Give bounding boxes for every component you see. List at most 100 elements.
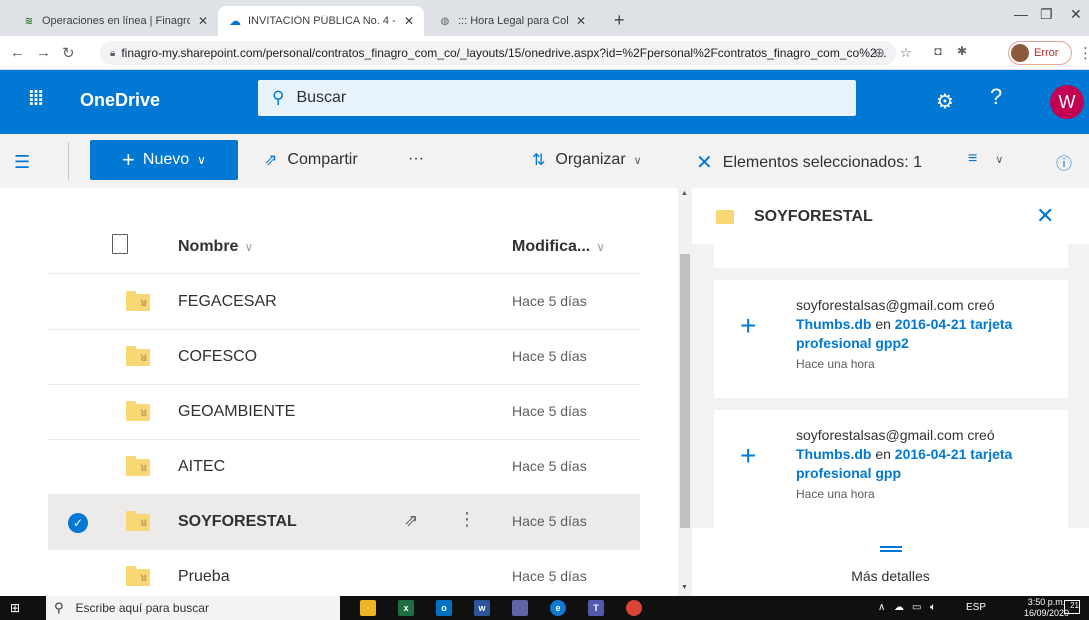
- browser-toolbar: ← → ↻ 🔒︎ finagro-my.sharepoint.com/perso…: [0, 36, 1089, 70]
- chrome-icon[interactable]: [626, 600, 642, 616]
- restore-icon[interactable]: ❐: [1040, 6, 1053, 23]
- close-tab-icon[interactable]: ✕: [404, 14, 414, 28]
- activity-card: + soyforestalsas@gmail.com creó Thumbs.d…: [714, 410, 1068, 528]
- divider: [68, 142, 69, 180]
- onedrive-cloud-icon: ☁: [229, 14, 241, 28]
- teams-icon[interactable]: T: [588, 600, 604, 616]
- plus-icon: +: [740, 310, 757, 341]
- share-button[interactable]: ⇗ Compartir: [264, 150, 358, 170]
- new-tab-icon[interactable]: +: [614, 10, 625, 31]
- windows-start-icon[interactable]: ⊞: [10, 601, 20, 615]
- table-row[interactable]: ꓤ Prueba Hace 5 días: [48, 550, 640, 596]
- search-input[interactable]: ⚲ Buscar: [258, 80, 856, 116]
- activity-text: soyforestalsas@gmail.com creó Thumbs.db …: [796, 296, 1056, 374]
- taskbar-search-input[interactable]: ⚲ Escribe aquí para buscar: [46, 596, 340, 620]
- onedrive-tray-icon[interactable]: ☁: [894, 602, 904, 613]
- chevron-down-icon: ∨: [633, 154, 642, 167]
- close-tab-icon[interactable]: ✕: [576, 14, 586, 28]
- file-modified: Hace 5 días: [512, 513, 587, 529]
- list-view-icon: ≡: [968, 150, 978, 167]
- view-options-button[interactable]: ≡ ∨: [968, 150, 1003, 168]
- close-tab-icon[interactable]: ✕: [198, 14, 208, 28]
- profile-button[interactable]: Error: [1008, 41, 1072, 65]
- help-icon[interactable]: ?: [990, 84, 1002, 110]
- file-link[interactable]: Thumbs.db: [796, 446, 871, 462]
- file-modified: Hace 5 días: [512, 458, 587, 474]
- activity-time: Hace una hora: [796, 357, 875, 371]
- scroll-down-icon[interactable]: ▼: [681, 584, 688, 591]
- volume-icon[interactable]: 🔈︎: [930, 602, 936, 613]
- tray-expand-icon[interactable]: ∧: [878, 602, 885, 613]
- browser-menu-icon[interactable]: ⋮: [1078, 44, 1089, 62]
- more-commands-button[interactable]: ···: [408, 150, 424, 168]
- hamburger-icon[interactable]: ☰: [14, 152, 30, 173]
- avatar[interactable]: W: [1050, 85, 1084, 119]
- column-name[interactable]: Nombre ∨: [178, 238, 253, 256]
- file-type-icon[interactable]: [112, 234, 128, 254]
- file-name[interactable]: GEOAMBIENTE: [178, 403, 295, 421]
- notifications-icon[interactable]: 21: [1064, 600, 1080, 614]
- info-button[interactable]: ⓘ: [1056, 150, 1082, 174]
- tab-onedrive[interactable]: ☁ INVITACIÓN PÚBLICA No. 4 - OneDrive ✕: [218, 6, 424, 36]
- word-icon[interactable]: w: [474, 600, 490, 616]
- file-name[interactable]: AITEC: [178, 458, 225, 476]
- shared-folder-icon: ꓤ: [126, 511, 150, 531]
- shared-folder-icon: ꓤ: [126, 346, 150, 366]
- column-modified[interactable]: Modifica... ∨: [512, 238, 605, 256]
- chevron-down-icon: ∨: [197, 153, 206, 167]
- shared-folder-icon: ꓤ: [126, 401, 150, 421]
- excel-icon[interactable]: x: [398, 600, 414, 616]
- extension-icon[interactable]: ◘: [930, 44, 946, 60]
- scroll-up-icon[interactable]: ▲: [681, 190, 688, 197]
- reload-icon[interactable]: ↻: [62, 44, 75, 62]
- extensions-puzzle-icon[interactable]: ✱: [954, 44, 970, 60]
- window-close-icon[interactable]: ✕: [1070, 6, 1082, 23]
- table-row[interactable]: ꓤ FEGACESAR Hace 5 días: [48, 275, 640, 330]
- close-pane-icon[interactable]: ✕: [1036, 203, 1054, 229]
- file-modified: Hace 5 días: [512, 348, 587, 364]
- shared-folder-icon: ꓤ: [126, 566, 150, 586]
- drag-handle-icon[interactable]: [880, 546, 902, 552]
- checkmark-icon[interactable]: ✓: [68, 513, 88, 533]
- bookmark-star-icon[interactable]: ☆: [900, 45, 912, 61]
- details-pane: SOYFORESTAL ✕ + soyforestalsas@gmail.com…: [692, 188, 1089, 596]
- list-scrollbar[interactable]: ▲ ▼: [678, 188, 692, 596]
- outlook-icon[interactable]: o: [436, 600, 452, 616]
- zoom-icon[interactable]: ⊕: [874, 45, 885, 61]
- new-button[interactable]: + Nuevo ∨: [90, 140, 238, 180]
- clock[interactable]: 3:50 p.m. 16/09/2020: [1024, 597, 1069, 619]
- back-arrow-icon[interactable]: ←: [10, 44, 25, 61]
- gear-icon[interactable]: ⚙: [936, 89, 954, 114]
- profile-avatar: [1011, 44, 1029, 62]
- language-indicator[interactable]: ESP: [966, 602, 986, 613]
- edge-icon[interactable]: e: [550, 600, 566, 616]
- clear-selection-button[interactable]: ✕ Elementos seleccionados: 1: [696, 150, 922, 175]
- table-row[interactable]: ꓤ GEOAMBIENTE Hace 5 días: [48, 385, 640, 440]
- tab-finagro[interactable]: ≋ Operaciones en línea | Finagro ✕: [12, 6, 218, 36]
- info-icon: ⓘ: [1056, 156, 1073, 173]
- scrollbar-thumb[interactable]: [680, 254, 690, 528]
- table-row[interactable]: ꓤ COFESCO Hace 5 días: [48, 330, 640, 385]
- file-name[interactable]: COFESCO: [178, 348, 257, 366]
- table-row[interactable]: ꓤ AITEC Hace 5 días: [48, 440, 640, 495]
- people-icon[interactable]: [512, 600, 528, 616]
- table-row-selected[interactable]: ✓ ꓤ SOYFORESTAL ⇗ ⋮ Hace 5 días: [48, 495, 640, 550]
- more-vertical-icon[interactable]: ⋮: [458, 509, 476, 530]
- minimize-icon[interactable]: —: [1014, 6, 1028, 22]
- file-name[interactable]: Prueba: [178, 568, 230, 586]
- file-name[interactable]: SOYFORESTAL: [178, 513, 297, 531]
- suite-bar: ⁞⁞⁞ OneDrive ⚲ Buscar ⚙ ? W: [0, 70, 1089, 134]
- file-link[interactable]: Thumbs.db: [796, 316, 871, 332]
- file-modified: Hace 5 días: [512, 403, 587, 419]
- share-icon[interactable]: ⇗: [404, 511, 418, 531]
- more-details-link[interactable]: Más detalles: [692, 568, 1089, 584]
- battery-icon[interactable]: ▭: [912, 602, 921, 613]
- app-title[interactable]: OneDrive: [80, 90, 160, 111]
- app-launcher-icon[interactable]: ⁞⁞⁞: [28, 88, 44, 111]
- tab-hora-legal[interactable]: ◍ ::: Hora Legal para Colombia ::: ✕: [428, 6, 596, 36]
- forward-arrow-icon[interactable]: →: [36, 44, 51, 61]
- file-explorer-icon[interactable]: [360, 600, 376, 616]
- file-name[interactable]: FEGACESAR: [178, 293, 277, 311]
- address-bar[interactable]: 🔒︎ finagro-my.sharepoint.com/personal/co…: [100, 41, 896, 65]
- sort-button[interactable]: ⇅ Organizar ∨: [532, 150, 642, 170]
